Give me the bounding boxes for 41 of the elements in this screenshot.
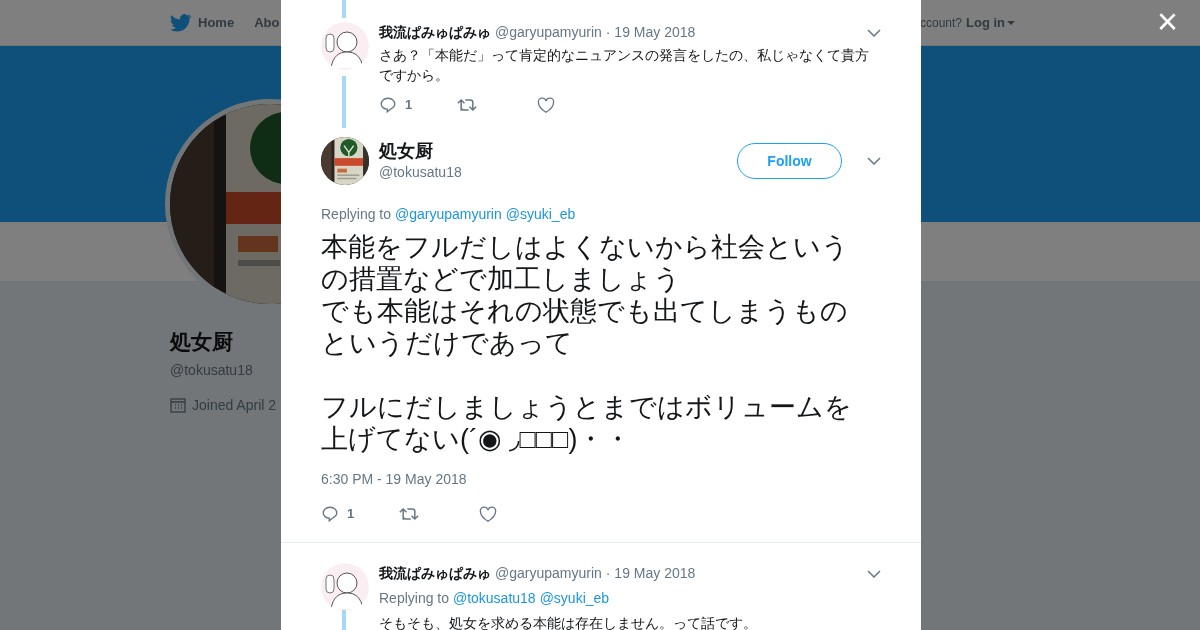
- author-name[interactable]: 我流ぱみゅぱみゅ: [379, 22, 491, 43]
- joined-date: Joined April 2: [192, 395, 277, 415]
- reply-icon[interactable]: [379, 96, 397, 114]
- reply-count: 1: [347, 505, 355, 524]
- tweet-text: そもそも、処女を求める本能は存在しません。って話です。: [379, 614, 758, 630]
- mention-link[interactable]: @garyupamyurin: [394, 206, 502, 222]
- chevron-down-icon[interactable]: [867, 28, 881, 37]
- tweet-timestamp: 6:30 PM - 19 May 2018: [321, 470, 468, 489]
- replying-to: Replying to @garyupamyurin @syuki_eb: [321, 205, 577, 224]
- login-button[interactable]: Log in: [966, 12, 1015, 33]
- retweet-icon[interactable]: [457, 97, 477, 113]
- tweet-date[interactable]: · 19 May 2018: [605, 22, 696, 43]
- profile-name: 処女厨: [170, 329, 233, 355]
- about-link[interactable]: Abo: [254, 12, 280, 33]
- mention-link[interactable]: @syuki_eb: [539, 590, 610, 606]
- mention-link[interactable]: @syuki_eb: [505, 206, 576, 222]
- tweet-text: さあ？「本能だ」って肯定的なニュアンスの発言をしたの、私じゃなくて貴方ですから。: [379, 46, 870, 85]
- reply-count: 1: [405, 96, 413, 115]
- calendar-icon: [170, 397, 186, 413]
- mention-link[interactable]: @tokusatu18: [452, 590, 536, 606]
- chevron-down-icon[interactable]: [867, 157, 881, 165]
- author-name[interactable]: 処女厨: [379, 139, 433, 162]
- heart-icon[interactable]: [537, 96, 555, 114]
- heart-icon[interactable]: [479, 505, 497, 523]
- retweet-icon[interactable]: [399, 506, 419, 522]
- close-button[interactable]: ×: [1156, 4, 1178, 40]
- account-prompt: ccount?: [919, 14, 962, 32]
- avatar: [321, 137, 369, 185]
- avatar[interactable]: [321, 22, 369, 70]
- author-handle[interactable]: @garyupamyurin: [495, 563, 602, 584]
- chevron-down-icon[interactable]: [867, 569, 881, 578]
- author-handle[interactable]: @tokusatu18: [379, 161, 462, 183]
- tweet-date[interactable]: · 19 May 2018: [605, 563, 696, 584]
- home-link[interactable]: Home: [198, 12, 235, 33]
- tweet-text: 本能をフルだしはよくないから社会というの措置などで加工しましょう でも本能はそれの状態でも出てしまうものというだけであって フルにだしましょうとまではボリュームを上げてない(´◉ ◞□□□)・・: [321, 231, 853, 455]
- author-handle[interactable]: @garyupamyurin: [495, 22, 602, 43]
- avatar[interactable]: [321, 563, 369, 611]
- profile-handle: @tokusatu18: [170, 360, 253, 380]
- replying-to: Replying to @tokusatu18 @syuki_eb: [379, 589, 611, 608]
- reply-icon[interactable]: [321, 505, 339, 523]
- author-name[interactable]: 我流ぱみゅぱみゅ: [379, 563, 491, 584]
